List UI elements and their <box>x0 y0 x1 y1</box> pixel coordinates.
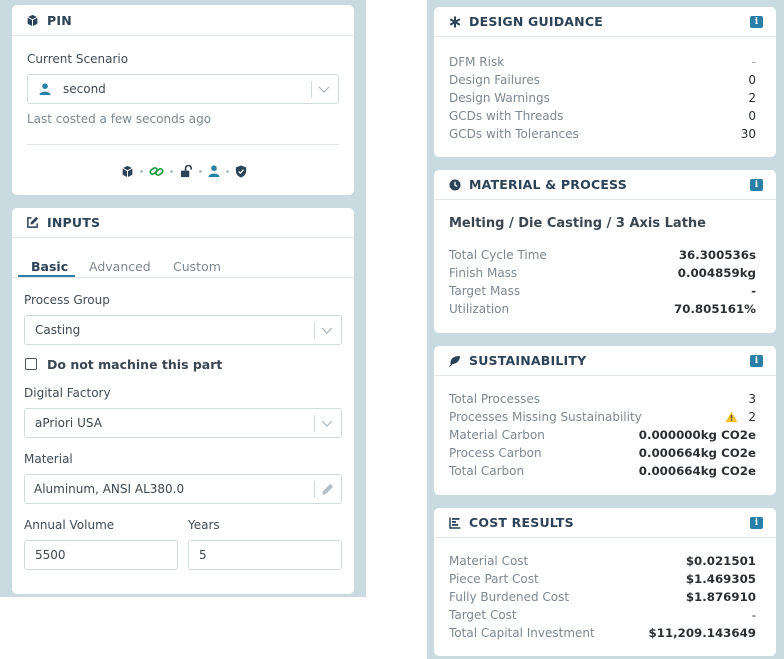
material-process-panel: MATERIAL & PROCESS i Melting / Die Casti… <box>434 170 776 333</box>
fully-burdened-cost-row: Fully Burdened Cost $1.876910 <box>449 590 756 604</box>
asterisk-icon <box>447 15 462 29</box>
user-status-icon[interactable] <box>208 165 220 177</box>
design-failures-row: Design Failures 0 <box>449 73 756 87</box>
target-cost-row: Target Cost - <box>449 608 756 622</box>
pencil-icon[interactable] <box>321 483 334 496</box>
tab-bar-border <box>12 277 354 278</box>
material-field[interactable]: Aluminum, ANSI AL380.0 <box>24 474 342 504</box>
tab-basic-underline <box>18 275 75 277</box>
material-carbon-row: Material Carbon 0.000000kg CO2e <box>449 428 756 442</box>
annual-volume-value: 5500 <box>35 548 66 562</box>
shield-check-icon[interactable] <box>235 164 247 178</box>
info-icon[interactable]: i <box>750 355 763 367</box>
inputs-title: INPUTS <box>47 215 101 230</box>
sustainability-panel: SUSTAINABILITY i Total Processes 3 Proces… <box>434 346 776 495</box>
cube-icon <box>25 13 40 27</box>
annual-volume-label: Annual Volume <box>24 518 115 532</box>
material-process-title: MATERIAL & PROCESS <box>469 177 627 192</box>
info-icon[interactable]: i <box>750 517 763 529</box>
divider <box>27 144 339 145</box>
pin-title: PIN <box>47 12 72 28</box>
edit-icon <box>25 216 40 230</box>
scenario-label: Current Scenario <box>27 52 129 66</box>
unlock-icon[interactable] <box>180 164 193 178</box>
chevron-down-icon[interactable] <box>321 325 333 335</box>
inputs-header: INPUTS <box>12 208 354 238</box>
process-carbon-row: Process Carbon 0.000664kg CO2e <box>449 446 756 460</box>
warning-icon <box>725 411 738 423</box>
missing-sustainability-row: Processes Missing Sustainability 2 <box>449 410 756 424</box>
process-group-select[interactable]: Casting <box>24 315 342 345</box>
tab-advanced[interactable]: Advanced <box>89 259 151 274</box>
years-input[interactable]: 5 <box>188 540 342 570</box>
cost-results-title: COST RESULTS <box>469 515 574 530</box>
process-group-label: Process Group <box>24 293 110 307</box>
digital-factory-select[interactable]: aPriori USA <box>24 408 342 438</box>
cycle-time-row: Total Cycle Time 36.300536s <box>449 248 756 262</box>
years-label: Years <box>188 518 220 532</box>
pin-header: PIN <box>12 5 354 36</box>
dfm-risk-row: DFM Risk - <box>449 55 756 69</box>
chevron-down-icon[interactable] <box>321 418 333 428</box>
scenario-value: second <box>63 82 106 96</box>
digital-factory-label: Digital Factory <box>24 386 111 400</box>
material-cost-row: Material Cost $0.021501 <box>449 554 756 568</box>
process-routing-heading: Melting / Die Casting / 3 Axis Lathe <box>449 216 706 231</box>
total-capital-investment-row: Total Capital Investment $11,209.143649 <box>449 626 756 640</box>
total-processes-row: Total Processes 3 <box>449 392 756 406</box>
material-process-header: MATERIAL & PROCESS <box>434 170 776 200</box>
gcds-threads-row: GCDs with Threads 0 <box>449 109 756 123</box>
tab-custom[interactable]: Custom <box>173 259 221 274</box>
design-guidance-panel: DESIGN GUIDANCE i DFM Risk - Design Failu… <box>434 7 776 157</box>
leaf-icon <box>447 354 462 368</box>
chevron-down-icon[interactable] <box>318 84 330 94</box>
design-guidance-title: DESIGN GUIDANCE <box>469 14 603 29</box>
sustainability-title: SUSTAINABILITY <box>469 353 587 368</box>
bar-chart-icon <box>447 516 462 530</box>
do-not-machine-label[interactable]: Do not machine this part <box>47 357 222 372</box>
material-value: Aluminum, ANSI AL380.0 <box>34 482 185 496</box>
total-carbon-row: Total Carbon 0.000664kg CO2e <box>449 464 756 478</box>
material-label: Material <box>24 452 73 466</box>
cost-results-header: COST RESULTS <box>434 508 776 538</box>
years-value: 5 <box>199 548 207 562</box>
info-icon[interactable]: i <box>750 179 763 191</box>
do-not-machine-checkbox[interactable] <box>25 358 37 370</box>
sustainability-header: SUSTAINABILITY <box>434 346 776 376</box>
clock-icon <box>447 178 462 192</box>
finish-mass-row: Finish Mass 0.004859kg <box>449 266 756 280</box>
info-icon[interactable]: i <box>750 16 763 28</box>
tab-basic[interactable]: Basic <box>31 259 68 274</box>
scenario-select[interactable]: second <box>27 74 339 104</box>
annual-volume-input[interactable]: 5500 <box>24 540 178 570</box>
design-warnings-row: Design Warnings 2 <box>449 91 756 105</box>
link-icon[interactable] <box>149 165 164 178</box>
gcds-tolerances-row: GCDs with Tolerances 30 <box>449 127 756 141</box>
process-group-value: Casting <box>35 323 81 337</box>
digital-factory-value: aPriori USA <box>35 416 102 430</box>
target-mass-row: Target Mass - <box>449 284 756 298</box>
cost-results-panel: COST RESULTS i Material Cost $0.021501 Pi… <box>434 508 776 656</box>
design-guidance-header: DESIGN GUIDANCE <box>434 7 776 37</box>
status-icons <box>121 164 247 178</box>
user-icon <box>39 83 51 95</box>
cube-status-icon[interactable] <box>121 165 134 178</box>
utilization-row: Utilization 70.805161% <box>449 302 756 316</box>
last-costed-text: Last costed a few seconds ago <box>27 112 212 126</box>
pin-panel: PIN Current Scenario second Last costed … <box>12 5 354 195</box>
piece-part-cost-row: Piece Part Cost $1.469305 <box>449 572 756 586</box>
